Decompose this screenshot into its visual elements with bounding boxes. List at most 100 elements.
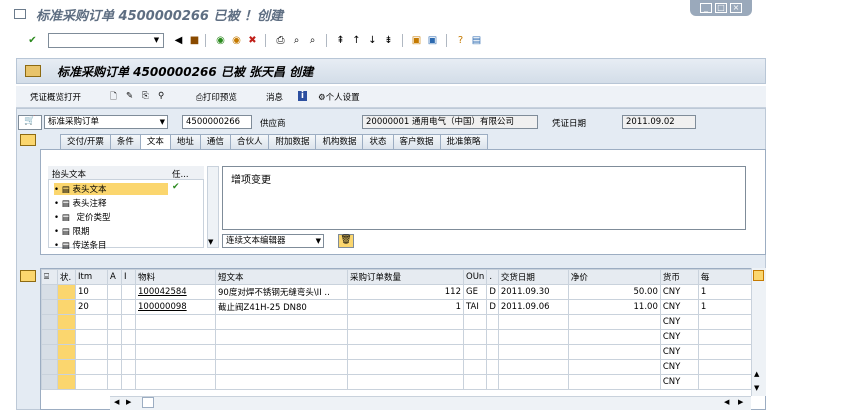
row-selector[interactable] [41,359,58,375]
quantity-cell[interactable]: 1 [347,299,464,315]
tab-additional[interactable]: 附加数据 [268,134,317,149]
i-cell[interactable] [121,299,136,315]
a-cell[interactable] [107,299,122,315]
col-per[interactable]: 每 [697,269,757,285]
date-field[interactable]: 2011.09.02 [622,115,696,129]
tree-item-transfer[interactable]: • ▤ 传送条目 [54,239,106,251]
cart-icon[interactable]: 🛒 [18,115,42,130]
prev-page-icon[interactable]: ↑ [350,34,363,47]
messages-button[interactable]: 消息 [266,91,283,103]
tree-item-header-note[interactable]: • ▤ 表头注释 [54,197,106,209]
tab-texts[interactable]: 文本 [139,134,171,149]
select-all-icon[interactable]: ⌸ [41,269,58,285]
tree-item-header-text[interactable]: • ▤ 表头文本 [54,183,168,195]
tab-conditions[interactable]: 条件 [109,134,141,149]
tab-approval[interactable]: 批准策略 [439,134,488,149]
text-editor[interactable]: 增项变更 [222,166,746,230]
save-icon[interactable]: ■ [188,34,201,47]
edit-icon[interactable]: ✎ [126,91,133,101]
grid-horizontal-scrollbar[interactable] [110,396,751,410]
column-settings-icon[interactable] [753,270,764,281]
find-icon[interactable]: ⌕ [290,34,303,47]
price-cell[interactable]: 11.00 [567,299,661,315]
row-selector[interactable] [41,299,58,315]
find-next-icon[interactable]: ⌕ [306,34,319,47]
table-row[interactable]: CNY [41,329,757,345]
d-cell[interactable]: D [486,284,499,300]
scroll-left-icon[interactable]: ◀ [724,398,729,406]
po-number-field[interactable]: 4500000266 [182,115,252,129]
table-row[interactable]: 20 100000098 截止阀Z41H-25 DN80 1 TAI D 201… [41,299,757,315]
scroll-right-icon[interactable]: ▶ [126,398,131,406]
close-icon[interactable]: × [730,3,742,13]
collapse-header-icon[interactable] [20,134,36,146]
a-cell[interactable] [107,284,122,300]
scroll-down-icon[interactable]: ▼ [208,238,213,246]
itm-cell[interactable]: 10 [75,284,108,300]
tree-item-pricing[interactable]: • ▤ 定价类型 [54,211,110,223]
info-icon[interactable]: i [298,91,307,101]
personal-settings-button[interactable]: ⚙个人设置 [318,91,360,103]
tree-item-deadline[interactable]: • ▤ 限期 [54,225,89,237]
itm-cell[interactable]: 20 [75,299,108,315]
material-cell[interactable]: 100000098 [135,299,216,315]
print-icon[interactable]: ⎙ [274,34,287,47]
oun-cell[interactable]: GE [462,284,488,300]
oun-cell[interactable]: TAI [462,299,488,315]
table-row[interactable]: 10 100042584 90度对焊不锈钢无缝弯头\II .. 112 GE D… [41,284,757,300]
hold-icon[interactable]: ⚲ [158,91,164,101]
date-cell[interactable]: 2011.09.30 [497,284,569,300]
col-net-price[interactable]: 净价 [567,269,661,285]
currency-cell[interactable]: CNY [659,299,699,315]
tab-communication[interactable]: 通信 [199,134,231,149]
collapse-items-icon[interactable] [20,270,36,282]
quantity-cell[interactable]: 112 [347,284,464,300]
layout-icon[interactable]: ▤ [470,34,483,47]
row-selector[interactable] [41,314,58,330]
vendor-field[interactable]: 20000001 通用电气（中国）有限公司 [362,115,538,129]
col-d[interactable]: . [486,269,499,285]
delete-icon[interactable]: 🗑 [338,234,354,248]
scroll-down-icon[interactable]: ▼ [754,384,759,392]
currency-cell[interactable]: CNY [659,284,699,300]
doc-type-select[interactable]: 标准采购订单 ▼ [44,115,168,129]
row-selector[interactable] [41,329,58,345]
scroll-thumb[interactable] [142,397,154,408]
shortcut-icon[interactable]: ▣ [426,34,439,47]
tab-address[interactable]: 地址 [169,134,201,149]
chevron-down-icon[interactable]: ▼ [151,35,162,46]
other-doc-icon[interactable]: ⎘ [142,91,149,101]
short-text-cell[interactable]: 截止阀Z41H-25 DN80 [215,299,348,315]
col-a[interactable]: A [107,269,122,285]
currency-cell[interactable]: CNY [659,344,699,360]
scroll-right-icon[interactable]: ▶ [738,398,743,406]
tab-partners[interactable]: 合伙人 [229,134,270,149]
print-preview-button[interactable]: ⎙打印预览 [196,91,237,103]
col-currency[interactable]: 货币 [659,269,699,285]
col-quantity[interactable]: 采购订单数量 [347,269,464,285]
cancel-icon[interactable]: ✖ [246,34,259,47]
tab-org-data[interactable]: 机构数据 [315,134,364,149]
chevron-down-icon[interactable]: ▼ [160,116,165,128]
chevron-down-icon[interactable]: ▼ [316,235,321,247]
table-row[interactable]: CNY [41,359,757,375]
enter-icon[interactable]: ✔ [26,34,39,47]
back-arrow-icon[interactable]: ◀ [172,34,185,47]
col-i[interactable]: I [121,269,136,285]
maximize-icon[interactable]: □ [715,3,727,13]
new-session-icon[interactable]: ▣ [410,34,423,47]
editor-select[interactable]: 连续文本编辑器 ▼ [222,234,324,248]
new-doc-icon[interactable]: 🗋 [110,91,117,105]
currency-cell[interactable]: CNY [659,374,699,390]
tab-status[interactable]: 状态 [362,134,394,149]
back-icon[interactable]: ◉ [214,34,227,47]
doc-overview-button[interactable]: 凭证概览打开 [30,91,81,103]
last-page-icon[interactable]: ⇟ [382,34,395,47]
table-row[interactable]: CNY [41,374,757,390]
tree-scrollbar[interactable] [207,166,219,248]
scroll-left-icon[interactable]: ◀ [114,398,119,406]
tab-delivery[interactable]: 交付/开票 [60,134,111,149]
tab-customer[interactable]: 客户数据 [392,134,441,149]
per-cell[interactable]: 1 [697,284,757,300]
row-selector[interactable] [41,374,58,390]
